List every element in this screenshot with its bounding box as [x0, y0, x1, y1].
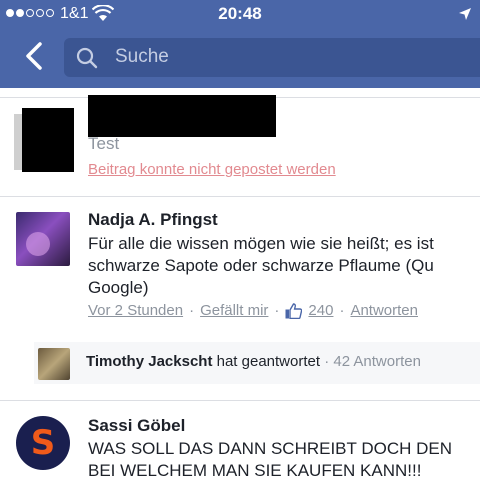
status-bar: 1&1 20:48	[0, 0, 480, 30]
avatar[interactable]	[16, 212, 70, 266]
comment-text: Für alle die wissen mögen wie sie heißt;…	[88, 234, 434, 297]
failed-post-text: Test	[88, 134, 120, 153]
back-chevron-icon	[26, 42, 42, 70]
avatar	[22, 108, 74, 172]
comment-actions: Vor 2 Stunden · Gefällt mir · 240 · Antw…	[88, 302, 418, 319]
top-bar: 1&1 20:48 Suche	[0, 0, 480, 88]
thumbs-up-icon	[285, 302, 303, 319]
location-arrow-icon	[458, 7, 472, 26]
avatar	[38, 348, 70, 380]
like-button[interactable]: Gefällt mir	[200, 302, 268, 319]
divider	[0, 196, 480, 197]
like-count[interactable]: 240	[308, 302, 333, 319]
clock: 20:48	[218, 4, 262, 23]
search-input[interactable]: Suche	[64, 38, 480, 77]
comment-timestamp[interactable]: Vor 2 Stunden	[88, 302, 183, 319]
comment-text: WAS SOLL DAS DANN SCHREIBT DOCH DEN BEI …	[88, 439, 452, 480]
search-placeholder: Suche	[115, 46, 169, 67]
comment-author[interactable]: Sassi Göbel	[88, 416, 185, 436]
reply-button[interactable]: Antworten	[350, 302, 418, 319]
redacted-author	[88, 95, 276, 137]
post-failed-retry-link[interactable]: Beitrag konnte nicht gepostet werden	[88, 161, 336, 178]
replies-summary-text: Timothy Jackscht hat geantwortet · 42 An…	[86, 353, 421, 370]
search-icon	[76, 47, 98, 74]
back-button[interactable]	[22, 42, 48, 70]
comment-author[interactable]: Nadja A. Pfingst	[88, 210, 218, 230]
avatar[interactable]: S	[16, 416, 70, 470]
divider	[0, 400, 480, 401]
